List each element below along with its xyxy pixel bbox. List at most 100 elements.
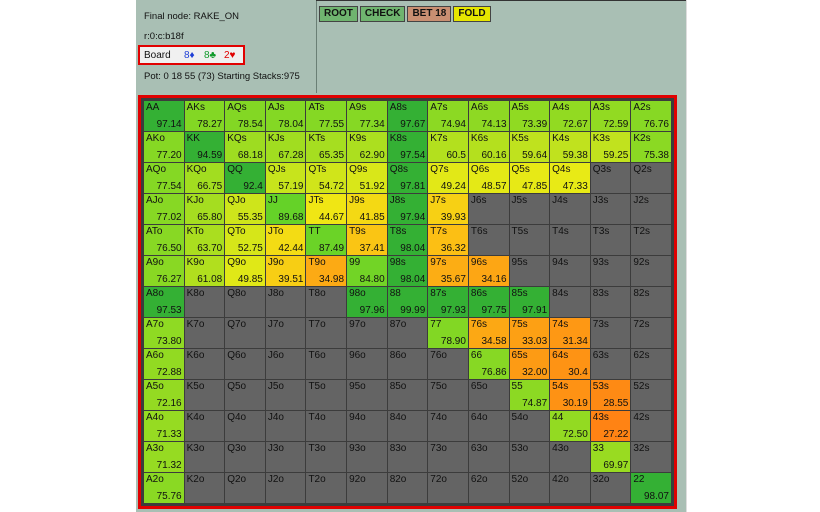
grid-cell[interactable]: 97s 35.67	[428, 256, 468, 286]
grid-cell[interactable]: 73s	[590, 318, 631, 348]
grid-cell[interactable]: A4s 72.67	[550, 101, 590, 131]
action-button-fold[interactable]: FOLD	[453, 6, 491, 22]
grid-cell[interactable]: 62s	[631, 349, 671, 379]
grid-cell[interactable]: T6s	[468, 225, 509, 255]
grid-cell[interactable]: TT 87.49	[306, 225, 347, 255]
grid-cell[interactable]: QJs 57.19	[265, 163, 306, 193]
grid-cell[interactable]: Q2s	[631, 163, 671, 193]
grid-cell[interactable]: K7s 60.5	[428, 132, 468, 162]
grid-cell[interactable]: 74s 31.34	[550, 318, 590, 348]
grid-cell[interactable]: 83s	[590, 287, 631, 317]
action-button-check[interactable]: CHECK	[359, 6, 406, 22]
grid-cell[interactable]: K9s 62.90	[347, 132, 387, 162]
grid-cell[interactable]: Q3o	[225, 442, 265, 472]
grid-cell[interactable]: T8o	[306, 287, 347, 317]
grid-cell[interactable]: 65o	[468, 380, 509, 410]
grid-cell[interactable]: T7s 36.32	[428, 225, 468, 255]
grid-cell[interactable]: 95s	[509, 256, 550, 286]
grid-cell[interactable]: 63o	[468, 442, 509, 472]
grid-cell[interactable]: J2o	[265, 473, 306, 503]
grid-cell[interactable]: K7o	[184, 318, 225, 348]
grid-cell[interactable]: J5s	[509, 194, 550, 224]
grid-cell[interactable]: Q5s 47.85	[509, 163, 550, 193]
grid-cell[interactable]: A8s 97.67	[387, 101, 428, 131]
grid-cell[interactable]: K2o	[184, 473, 225, 503]
grid-cell[interactable]: A8o 97.53	[144, 287, 184, 317]
grid-cell[interactable]: 99 84.80	[347, 256, 387, 286]
grid-cell[interactable]: K8o	[184, 287, 225, 317]
grid-cell[interactable]: 84o	[387, 411, 428, 441]
grid-cell[interactable]: A5s 73.39	[509, 101, 550, 131]
grid-cell[interactable]: KJs 67.28	[265, 132, 306, 162]
grid-cell[interactable]: T8s 98.04	[387, 225, 428, 255]
grid-cell[interactable]: 88 99.99	[387, 287, 428, 317]
grid-cell[interactable]: KK 94.59	[184, 132, 225, 162]
grid-cell[interactable]: K6o	[184, 349, 225, 379]
grid-cell[interactable]: J7o	[265, 318, 306, 348]
grid-cell[interactable]: A2o 75.76	[144, 473, 184, 503]
grid-cell[interactable]: K4s 59.38	[550, 132, 590, 162]
grid-cell[interactable]: T6o	[306, 349, 347, 379]
grid-cell[interactable]: KTs 65.35	[306, 132, 347, 162]
grid-cell[interactable]: QQ 92.4	[225, 163, 265, 193]
grid-cell[interactable]: J8o	[265, 287, 306, 317]
grid-cell[interactable]: 98s 98.04	[387, 256, 428, 286]
grid-cell[interactable]: 94o	[347, 411, 387, 441]
grid-cell[interactable]: 33 69.97	[590, 442, 631, 472]
grid-cell[interactable]: Q3s	[590, 163, 631, 193]
grid-cell[interactable]: Q5o	[225, 380, 265, 410]
grid-cell[interactable]: Q9o 49.85	[225, 256, 265, 286]
grid-cell[interactable]: 98o 97.96	[347, 287, 387, 317]
grid-cell[interactable]: J4o	[265, 411, 306, 441]
grid-cell[interactable]: J6s	[468, 194, 509, 224]
grid-cell[interactable]: K4o	[184, 411, 225, 441]
grid-cell[interactable]: T4o	[306, 411, 347, 441]
grid-cell[interactable]: A9s 77.34	[347, 101, 387, 131]
grid-cell[interactable]: Q4s 47.33	[550, 163, 590, 193]
grid-cell[interactable]: J4s	[550, 194, 590, 224]
grid-cell[interactable]: T3s	[590, 225, 631, 255]
grid-cell[interactable]: T5s	[509, 225, 550, 255]
grid-cell[interactable]: 83o	[387, 442, 428, 472]
grid-cell[interactable]: 43o	[550, 442, 590, 472]
grid-cell[interactable]: T9o 34.98	[306, 256, 347, 286]
grid-cell[interactable]: K6s 60.16	[468, 132, 509, 162]
grid-cell[interactable]: KQo 66.75	[184, 163, 225, 193]
grid-cell[interactable]: 42s	[631, 411, 671, 441]
grid-cell[interactable]: J5o	[265, 380, 306, 410]
grid-cell[interactable]: 52s	[631, 380, 671, 410]
grid-cell[interactable]: 65s 32.00	[509, 349, 550, 379]
grid-cell[interactable]: 87o	[387, 318, 428, 348]
grid-cell[interactable]: 53o	[509, 442, 550, 472]
grid-cell[interactable]: J2s	[631, 194, 671, 224]
grid-cell[interactable]: Q8o	[225, 287, 265, 317]
grid-cell[interactable]: 85s 97.91	[509, 287, 550, 317]
grid-cell[interactable]: ATo 76.50	[144, 225, 184, 255]
grid-cell[interactable]: J7s 39.93	[428, 194, 468, 224]
grid-cell[interactable]: 22 98.07	[631, 473, 671, 503]
grid-cell[interactable]: AQo 77.54	[144, 163, 184, 193]
grid-cell[interactable]: AJs 78.04	[265, 101, 306, 131]
grid-cell[interactable]: KQs 68.18	[225, 132, 265, 162]
grid-cell[interactable]: A2s 76.76	[631, 101, 671, 131]
grid-cell[interactable]: 86o	[387, 349, 428, 379]
grid-cell[interactable]: J3o	[265, 442, 306, 472]
grid-cell[interactable]: T4s	[550, 225, 590, 255]
grid-cell[interactable]: 66 76.86	[468, 349, 509, 379]
grid-cell[interactable]: A4o 71.33	[144, 411, 184, 441]
grid-cell[interactable]: A7o 73.80	[144, 318, 184, 348]
grid-cell[interactable]: Q7o	[225, 318, 265, 348]
grid-cell[interactable]: 77 78.90	[428, 318, 468, 348]
grid-cell[interactable]: 43s 27.22	[590, 411, 631, 441]
grid-cell[interactable]: 87s 97.93	[428, 287, 468, 317]
grid-cell[interactable]: 52o	[509, 473, 550, 503]
grid-cell[interactable]: 32o	[590, 473, 631, 503]
grid-cell[interactable]: 72s	[631, 318, 671, 348]
grid-cell[interactable]: 92o	[347, 473, 387, 503]
grid-cell[interactable]: A3s 72.59	[590, 101, 631, 131]
grid-cell[interactable]: 93o	[347, 442, 387, 472]
grid-cell[interactable]: 64s 30.4	[550, 349, 590, 379]
grid-cell[interactable]: JTs 44.67	[306, 194, 347, 224]
grid-cell[interactable]: J3s	[590, 194, 631, 224]
grid-cell[interactable]: T2o	[306, 473, 347, 503]
